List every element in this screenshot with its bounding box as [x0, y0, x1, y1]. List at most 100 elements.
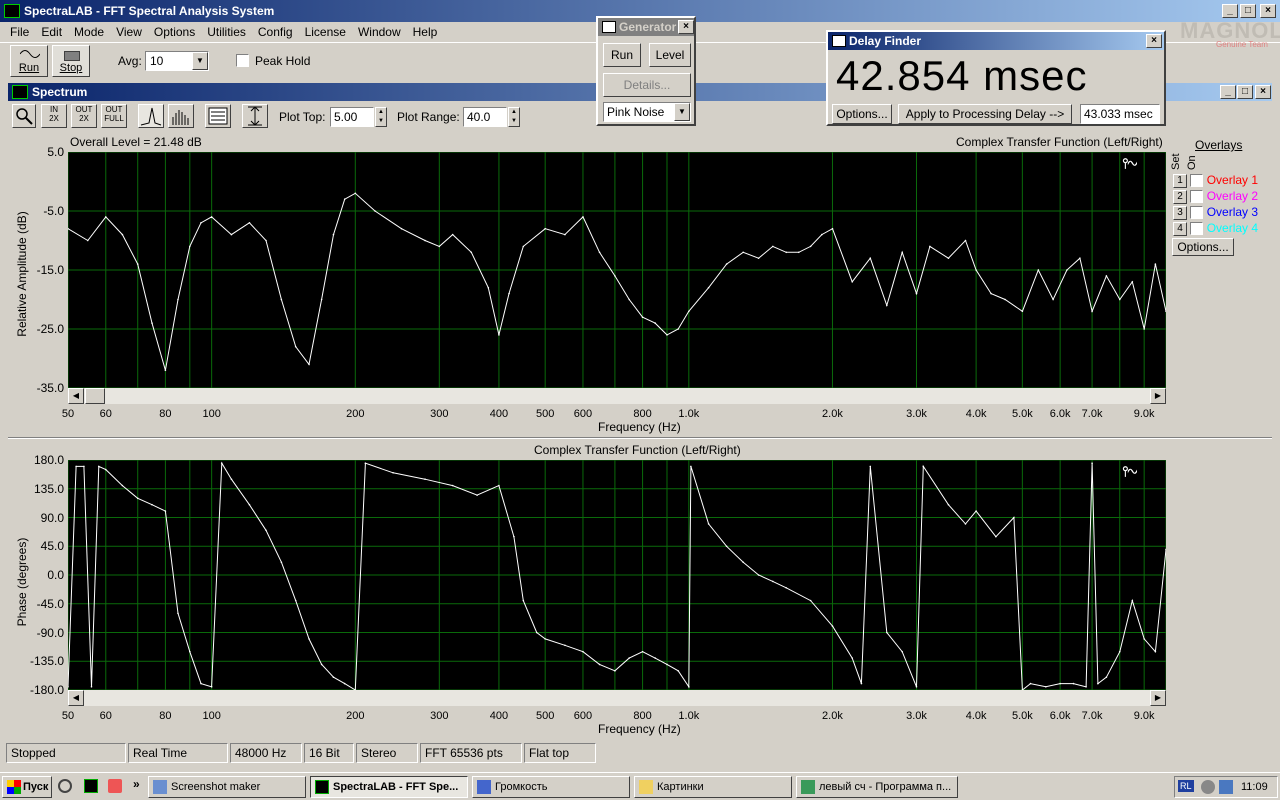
menu-mode[interactable]: Mode [68, 25, 110, 39]
zoom-in-2x-button[interactable]: IN 2X [41, 104, 67, 128]
peak-line-icon [140, 107, 162, 126]
scroll-left-icon[interactable]: ◀ [68, 690, 84, 706]
splitter[interactable] [8, 437, 1272, 439]
quicklaunch-spectralab-icon[interactable] [84, 779, 98, 793]
x-tick-label: 500 [535, 710, 555, 722]
stop-label: Stop [59, 62, 83, 74]
overlays-options-button[interactable]: Options... [1172, 238, 1234, 256]
menu-utilities[interactable]: Utilities [201, 25, 252, 39]
run-button[interactable]: Run [10, 45, 48, 77]
avg-value: 10 [150, 54, 164, 68]
generator-level-button[interactable]: Level [649, 43, 691, 67]
menu-edit[interactable]: Edit [35, 25, 68, 39]
y-tick-label: -15.0 [36, 263, 64, 277]
quicklaunch-opera-icon[interactable] [108, 779, 122, 793]
task-pictures[interactable]: Картинки [634, 776, 792, 798]
data-point [725, 545, 728, 548]
zoom-out-full-button[interactable]: OUT FULL [101, 104, 127, 128]
overlay-checkbox-1[interactable] [1190, 174, 1204, 188]
plot-top-input[interactable]: 5.00 [330, 107, 374, 127]
peak-hold-checkbox[interactable] [236, 54, 249, 67]
quicklaunch-ie-icon[interactable] [58, 779, 72, 793]
watermark-sub: Genuine Team [1216, 40, 1268, 49]
delay-options-button[interactable]: Options... [832, 104, 892, 124]
overlay-set-button-4[interactable]: 4 [1173, 221, 1187, 236]
phase-scrollbar[interactable]: ◀ ▶ [68, 690, 1166, 706]
chevron-down-icon[interactable]: ▼ [674, 103, 690, 121]
data-point [177, 298, 179, 301]
scroll-right-icon[interactable]: ▶ [1150, 690, 1166, 706]
menu-options[interactable]: Options [148, 25, 201, 39]
avg-select[interactable]: 10 ▼ [145, 51, 209, 71]
amp-scrollbar[interactable]: ◀ ▶ [68, 388, 1166, 404]
generator-signal-select[interactable]: Pink Noise ▼ [603, 102, 691, 122]
processing-delay-field[interactable]: 43.033 msec [1080, 104, 1160, 124]
task-label: левый сч - Программа п... [819, 781, 952, 793]
plot-top-spinner[interactable]: ▲ ▼ [375, 107, 387, 127]
chevron-down-icon[interactable]: ▼ [192, 52, 208, 70]
menu-help[interactable]: Help [407, 25, 444, 39]
data-point [915, 292, 918, 295]
scroll-left-icon[interactable]: ◀ [68, 388, 84, 404]
start-button[interactable]: Пуск [2, 776, 52, 798]
data-point [1091, 462, 1093, 464]
scroll-right-icon[interactable]: ▶ [1150, 388, 1166, 404]
phase-cursor-icon[interactable]: ⫯∿ [1122, 463, 1137, 480]
zoom-button[interactable] [12, 104, 36, 128]
overlay-checkbox-2[interactable] [1190, 190, 1204, 204]
amp-cursor-icon[interactable]: ⫯∿ [1122, 155, 1137, 172]
data-point [1131, 599, 1134, 602]
overlays-set-label: Set [1170, 153, 1182, 170]
data-point [522, 599, 525, 602]
task-screenshot-maker[interactable]: Screenshot maker [148, 776, 306, 798]
zoom-out-2x-icon: OUT 2X [75, 105, 93, 123]
menu-config[interactable]: Config [252, 25, 299, 39]
menu-view[interactable]: View [110, 25, 148, 39]
generator-close-button[interactable]: × [678, 20, 694, 34]
maximize-button[interactable]: □ [1240, 4, 1256, 18]
data-point [564, 233, 566, 236]
plot-range-spinner[interactable]: ▲ ▼ [508, 107, 520, 127]
plot-range-input[interactable]: 40.0 [463, 107, 507, 127]
overlay-checkbox-4[interactable] [1190, 222, 1204, 236]
minimize-button[interactable]: _ [1222, 4, 1238, 18]
language-indicator[interactable]: RL [1178, 780, 1194, 792]
delay-finder-close-button[interactable]: × [1146, 34, 1162, 48]
list-view-button[interactable] [205, 104, 231, 128]
tray-icon-1[interactable] [1201, 780, 1215, 794]
data-point [1154, 263, 1157, 265]
generator-run-button[interactable]: Run [603, 43, 641, 67]
phase-plot[interactable] [67, 459, 1167, 691]
task-image-viewer[interactable]: левый сч - Программа п... [796, 776, 958, 798]
tray-icon-2[interactable] [1219, 780, 1233, 794]
stop-button[interactable]: Stop [52, 45, 90, 77]
overall-level: Overall Level = 21.48 dB [70, 135, 202, 149]
spectrum-close-button[interactable]: × [1255, 85, 1271, 99]
windows-logo-icon [7, 780, 21, 794]
y-tick-label: -90.0 [36, 625, 64, 640]
menu-file[interactable]: File [4, 25, 35, 39]
overlay-checkbox-3[interactable] [1190, 206, 1204, 220]
overlay-set-button-1[interactable]: 1 [1173, 173, 1187, 188]
quicklaunch-more-icon[interactable]: » [133, 777, 140, 791]
task-spectralab[interactable]: SpectraLAB - FFT Spe... [310, 776, 468, 798]
apply-processing-delay-button[interactable]: Apply to Processing Delay --> [898, 104, 1072, 124]
spectrum-maximize-button[interactable]: □ [1237, 85, 1253, 99]
line-mode-button[interactable] [138, 104, 164, 128]
spectrum-minimize-button[interactable]: _ [1220, 85, 1236, 99]
close-button[interactable]: × [1260, 4, 1276, 18]
scale-button[interactable] [242, 104, 268, 128]
generator-details-button[interactable]: Details... [603, 73, 691, 97]
menu-license[interactable]: License [299, 25, 352, 39]
overlay-set-button-2[interactable]: 2 [1173, 189, 1187, 204]
amp-scroll-thumb[interactable] [85, 388, 105, 404]
bar-mode-button[interactable] [168, 104, 194, 128]
data-point [308, 363, 310, 366]
task-volume[interactable]: Громкость [472, 776, 630, 798]
data-point [809, 245, 812, 248]
overlay-set-button-3[interactable]: 3 [1173, 205, 1187, 220]
zoom-out-2x-button[interactable]: OUT 2X [71, 104, 97, 128]
amplitude-plot[interactable] [67, 151, 1167, 389]
data-point [742, 251, 744, 254]
menu-window[interactable]: Window [352, 25, 407, 39]
